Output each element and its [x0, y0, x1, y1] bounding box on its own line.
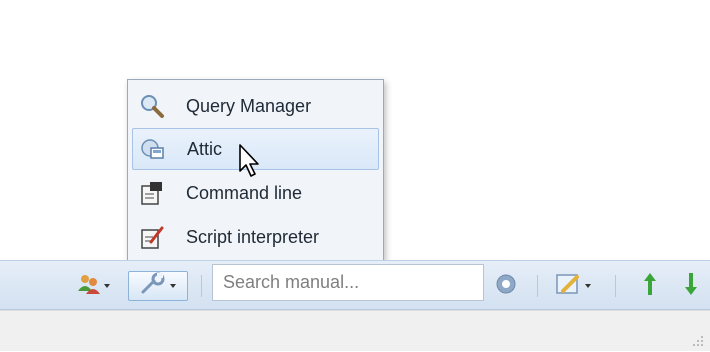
command-line-icon — [138, 179, 166, 207]
arrow-down-icon — [683, 271, 699, 302]
edit-notes-button[interactable] — [555, 271, 591, 301]
magnifier-icon — [138, 92, 166, 120]
users-button[interactable] — [76, 271, 110, 301]
help-icon — [494, 272, 518, 301]
menu-item-query-manager[interactable]: Query Manager — [132, 85, 379, 127]
chevron-down-icon — [585, 284, 591, 288]
tools-button[interactable] — [128, 271, 188, 301]
chevron-down-icon — [104, 284, 110, 288]
menu-item-label: Attic — [187, 138, 223, 159]
arrow-up-icon — [642, 271, 658, 302]
menu-item-label: Command line — [186, 182, 303, 203]
tools-wrench-icon — [140, 272, 168, 301]
status-bar — [0, 310, 710, 351]
resize-grip-icon[interactable] — [690, 333, 704, 347]
edit-notes-icon — [555, 271, 583, 302]
help-button[interactable] — [494, 271, 518, 301]
move-up-button[interactable] — [642, 271, 658, 301]
mouse-cursor-icon — [238, 143, 264, 184]
toolbar-divider — [615, 275, 616, 297]
menu-item-script-interpreter[interactable]: Script interpreter — [132, 216, 379, 258]
attic-icon — [139, 135, 167, 163]
menu-item-label: Script interpreter — [186, 226, 320, 247]
script-icon — [138, 223, 166, 251]
toolbar-divider — [201, 275, 202, 297]
toolbar-divider — [537, 275, 538, 297]
move-down-button[interactable] — [683, 271, 699, 301]
users-icon — [76, 271, 102, 302]
search-manual-input[interactable] — [212, 264, 484, 301]
menu-item-label: Query Manager — [186, 95, 312, 116]
chevron-down-icon — [170, 284, 176, 288]
